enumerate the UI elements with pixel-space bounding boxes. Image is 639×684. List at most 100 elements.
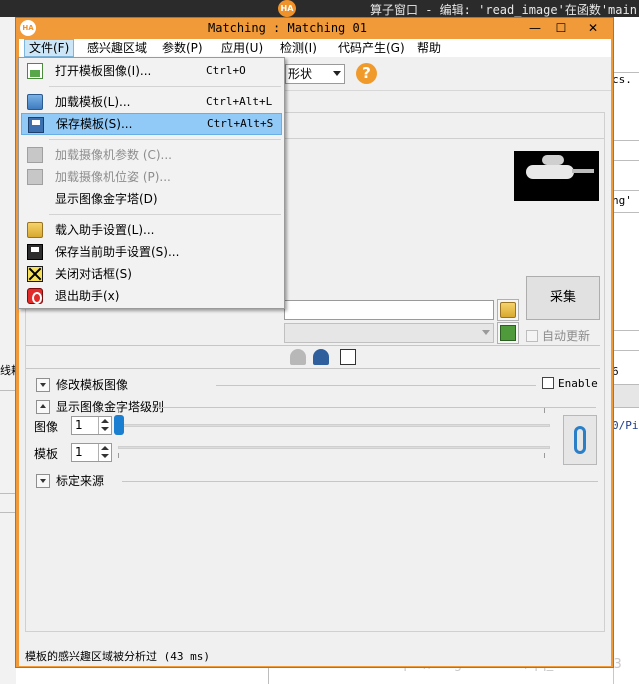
menu-item-exit-assistant[interactable]: 退出助手(x)	[21, 285, 282, 307]
chevron-down-icon	[333, 71, 341, 76]
menu-item-open-template-image[interactable]: 打开模板图像(I)... Ctrl+O	[21, 60, 282, 82]
close-button[interactable]: ✕	[574, 19, 612, 37]
browse-folder-button[interactable]	[497, 299, 519, 321]
image-file-input[interactable]	[284, 300, 494, 320]
dialog-titlebar[interactable]: HA Matching : Matching 01 — ☐ ✕	[16, 18, 613, 39]
group-divider	[216, 385, 536, 386]
save-settings-icon	[27, 244, 43, 260]
auto-update-checkbox[interactable]: 自动更新	[526, 328, 590, 344]
menubar: 文件(F) 感兴趣区域 参数(P) 应用(U) 检测(I) 代码产生(G) 帮助	[19, 39, 611, 57]
menu-item-load-camera-pose[interactable]: 加载摄像机位姿 (P)...	[21, 166, 282, 188]
camera-settings-button[interactable]	[497, 322, 519, 344]
menu-inspection[interactable]: 检测(I)	[276, 39, 321, 57]
camera-icon	[500, 325, 516, 341]
template-level-slider-track[interactable]	[118, 446, 550, 449]
calibration-source-section[interactable]: 标定来源	[36, 473, 104, 489]
menu-item-save-template[interactable]: 保存模板(S)... Ctrl+Alt+S	[21, 113, 282, 135]
menu-item-save-assistant-settings[interactable]: 保存当前助手设置(S)...	[21, 241, 282, 263]
background-divider	[614, 190, 639, 191]
template-level-label: 模板	[34, 447, 59, 461]
menu-item-label: 加载模板(L)...	[55, 95, 131, 109]
chain-link-icon	[574, 426, 586, 454]
link-levels-button[interactable]	[563, 415, 597, 465]
menu-item-label: 退出助手(x)	[55, 289, 120, 303]
bucket-mask-icon[interactable]	[313, 349, 329, 365]
background-logo: HA	[278, 0, 296, 17]
modify-template-section[interactable]: 修改模板图像	[36, 377, 128, 393]
file-menu-dropdown: 打开模板图像(I)... Ctrl+O 加载模板(L)... Ctrl+Alt+…	[18, 57, 285, 309]
modify-template-label: 修改模板图像	[56, 378, 129, 392]
dialog-title: Matching : Matching 01	[208, 21, 367, 35]
group-divider	[26, 368, 600, 369]
menu-item-label: 载入助手设置(L)...	[55, 223, 155, 237]
status-bar-text: 模板的感兴趣区域被分析过 (43 ms)	[25, 650, 210, 663]
menu-item-label: 打开模板图像(I)...	[55, 64, 152, 78]
background-snippet: cs.	[612, 73, 632, 86]
enable-checkbox[interactable]: Enable	[542, 377, 598, 391]
menu-code-generation[interactable]: 代码产生(G)	[334, 39, 409, 57]
menu-roi[interactable]: 感兴趣区域	[83, 39, 151, 57]
menu-item-close-dialog[interactable]: 关闭对话框(S)	[21, 263, 282, 285]
menu-item-load-template[interactable]: 加载模板(L)... Ctrl+Alt+L	[21, 91, 282, 113]
menu-item-load-assistant-settings[interactable]: 载入助手设置(L)...	[21, 219, 282, 241]
camera-params-icon	[27, 147, 43, 163]
menu-item-label: 加载摄像机参数 (C)...	[55, 148, 173, 162]
slider-tick	[118, 453, 119, 458]
image-level-slider-thumb[interactable]	[114, 415, 124, 435]
help-icon[interactable]: ?	[356, 63, 377, 84]
list-icon[interactable]	[340, 349, 356, 365]
image-level-value: 1	[75, 418, 83, 432]
menu-item-load-camera-params[interactable]: 加载摄像机参数 (C)...	[21, 144, 282, 166]
menu-separator	[49, 139, 281, 140]
folder-open-icon	[500, 302, 516, 318]
pyramid-label: 显示图像金字塔级别	[56, 400, 165, 414]
preview-object	[526, 165, 574, 179]
camera-combo[interactable]	[284, 323, 494, 343]
chevron-down-icon	[36, 474, 50, 488]
menu-item-label: 保存当前助手设置(S)...	[55, 245, 180, 259]
group-divider	[156, 407, 596, 408]
background-divider	[614, 212, 639, 213]
background-divider	[0, 390, 16, 391]
menu-item-show-pyramid[interactable]: 显示图像金字塔(D)	[21, 188, 282, 210]
pyramid-section[interactable]: 显示图像金字塔级别	[36, 399, 164, 415]
acquire-button[interactable]: 采集	[526, 276, 600, 320]
preview-object	[542, 155, 564, 165]
image-level-slider-track[interactable]	[118, 424, 550, 427]
background-divider	[614, 140, 639, 141]
menu-file[interactable]: 文件(F)	[24, 39, 75, 57]
camera-pose-icon	[27, 169, 43, 185]
menu-separator	[49, 214, 281, 215]
minimize-button[interactable]: —	[522, 19, 548, 37]
shape-combo[interactable]: 形状	[285, 64, 345, 84]
template-level-spinner[interactable]: 1	[71, 443, 112, 462]
menu-item-shortcut: Ctrl+O	[206, 64, 246, 77]
background-divider	[268, 668, 269, 684]
background-left-panel	[0, 17, 16, 684]
open-image-icon	[27, 63, 43, 79]
save-disk-icon	[28, 117, 44, 133]
image-level-spinner[interactable]: 1	[71, 416, 112, 435]
menu-help[interactable]: 帮助	[413, 39, 445, 57]
background-divider	[0, 512, 16, 513]
exit-icon	[27, 288, 43, 304]
template-level-value: 1	[75, 445, 83, 459]
menu-parameters[interactable]: 参数(P)	[158, 39, 207, 57]
close-dialog-icon	[27, 266, 43, 282]
folder-icon	[27, 222, 43, 238]
calibration-source-label: 标定来源	[56, 474, 105, 488]
spin-buttons[interactable]	[98, 444, 111, 461]
background-divider	[614, 160, 639, 161]
group-divider	[122, 481, 598, 482]
maximize-button[interactable]: ☐	[548, 19, 574, 37]
chevron-down-icon	[482, 330, 490, 335]
spin-buttons[interactable]	[98, 417, 111, 434]
group-divider	[26, 345, 600, 346]
checkbox-box	[526, 330, 538, 342]
preview-object	[572, 169, 594, 173]
chevron-up-icon	[36, 400, 50, 414]
bucket-icon[interactable]	[290, 349, 306, 365]
background-divider	[0, 493, 16, 494]
menu-application[interactable]: 应用(U)	[217, 39, 267, 57]
menu-item-shortcut: Ctrl+Alt+L	[206, 95, 273, 108]
